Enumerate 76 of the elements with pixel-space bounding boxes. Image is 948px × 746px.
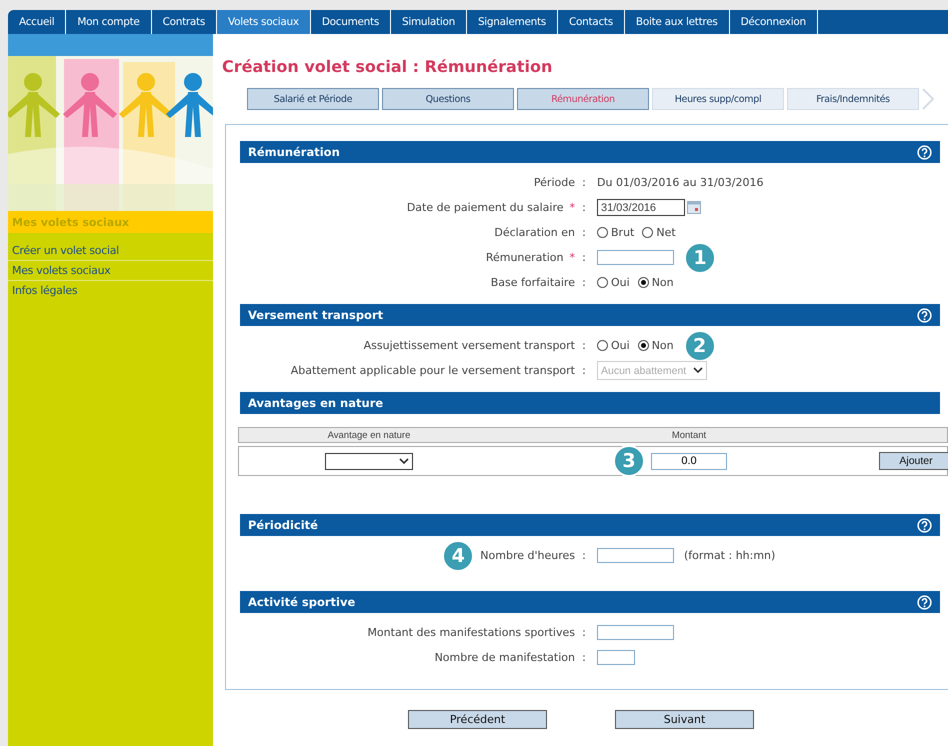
section-title: Avantages en nature xyxy=(248,396,384,410)
previous-button[interactable]: Précédent xyxy=(408,710,547,729)
radio-label: Net xyxy=(656,226,676,239)
number-badge: 1 xyxy=(684,242,716,274)
colon: : xyxy=(581,626,587,639)
sidebar-heading: Mes volets sociaux xyxy=(8,211,213,233)
sidebar-link[interactable]: Infos légales xyxy=(8,281,213,300)
caret-icon xyxy=(398,456,410,466)
step-tab[interactable]: Questions xyxy=(382,88,514,110)
step-tab[interactable]: Frais/Indemnités xyxy=(787,88,919,110)
section-title: Rémunération xyxy=(248,145,340,159)
column-header: Montant xyxy=(670,430,708,440)
colon: : xyxy=(581,201,587,214)
number-badge: 4 xyxy=(442,540,474,572)
colon: : xyxy=(581,226,587,239)
dropdown[interactable] xyxy=(325,452,413,470)
radio-button[interactable] xyxy=(638,277,649,288)
input-field[interactable] xyxy=(597,625,674,640)
add-button[interactable]: Ajouter xyxy=(879,452,948,470)
colon: : xyxy=(581,339,587,352)
colon: : xyxy=(581,276,587,289)
radio-label: Oui xyxy=(611,276,630,289)
section-title: Périodicité xyxy=(248,518,318,532)
column-header: Avantage en nature xyxy=(326,430,412,440)
radio-label: Non xyxy=(652,276,674,289)
caret-icon xyxy=(692,366,704,375)
colon: : xyxy=(581,251,587,264)
help-icon[interactable] xyxy=(917,308,932,322)
radio-button[interactable] xyxy=(597,277,608,288)
radio-label: Non xyxy=(652,339,674,352)
date-field[interactable]: 31/03/2016 xyxy=(597,199,685,216)
step-tab[interactable]: Heures supp/compl xyxy=(652,88,784,110)
radio-label: Brut xyxy=(611,226,634,239)
page-title: Création volet social : Rémunération xyxy=(222,57,554,76)
nav-tab[interactable]: Accueil xyxy=(8,10,66,34)
field-value: Du 01/03/2016 au 31/03/2016 xyxy=(597,176,764,189)
format-hint: (format : hh:mn) xyxy=(684,549,776,562)
help-icon[interactable] xyxy=(917,594,932,610)
sidebar-link[interactable]: Mes volets sociaux xyxy=(8,261,213,281)
required-mark: * xyxy=(570,251,575,264)
field-label: Déclaration en xyxy=(494,226,575,239)
colon: : xyxy=(581,549,587,562)
field-label: Nombre de manifestation xyxy=(434,651,575,664)
field-label: Assujettissement versement transport xyxy=(364,339,575,352)
calendar-icon[interactable] xyxy=(687,201,701,214)
amount-field[interactable]: 0.0 xyxy=(651,452,727,470)
step-tab[interactable]: Salarié et Période xyxy=(247,88,379,110)
nav-tab[interactable]: Volets sociaux xyxy=(217,10,311,34)
field-label: Base forfaitaire xyxy=(490,276,575,289)
colon: : xyxy=(581,176,587,189)
number-badge: 3 xyxy=(613,445,645,477)
field-label: Nombre d'heures xyxy=(480,549,575,562)
help-icon[interactable] xyxy=(917,144,932,160)
number-badge: 2 xyxy=(684,330,716,362)
field-label: Date de paiement du salaire xyxy=(406,201,564,214)
radio-button[interactable] xyxy=(638,340,649,351)
dropdown: Aucun abattement xyxy=(597,361,708,380)
radio-label: Oui xyxy=(611,339,630,352)
colon: : xyxy=(581,364,587,377)
input-field[interactable] xyxy=(597,548,674,563)
input-field[interactable] xyxy=(597,250,674,265)
field-label: Période xyxy=(534,176,575,189)
required-mark: * xyxy=(570,201,575,214)
help-icon[interactable] xyxy=(917,518,932,532)
section-title: Activité sportive xyxy=(248,595,356,609)
sidebar-link[interactable]: Créer un volet social xyxy=(8,241,213,261)
field-label: Abattement applicable pour le versement transport xyxy=(290,364,575,377)
field-label: Montant des manifestations sportives xyxy=(367,626,575,639)
section-title: Versement transport xyxy=(248,308,384,322)
next-button[interactable]: Suivant xyxy=(615,710,754,729)
field-label: Rémuneration xyxy=(486,251,564,264)
radio-button[interactable] xyxy=(597,340,608,351)
radio-button[interactable] xyxy=(642,227,654,238)
input-field[interactable] xyxy=(597,650,635,665)
colon: : xyxy=(581,651,587,664)
radio-button[interactable] xyxy=(597,227,608,238)
